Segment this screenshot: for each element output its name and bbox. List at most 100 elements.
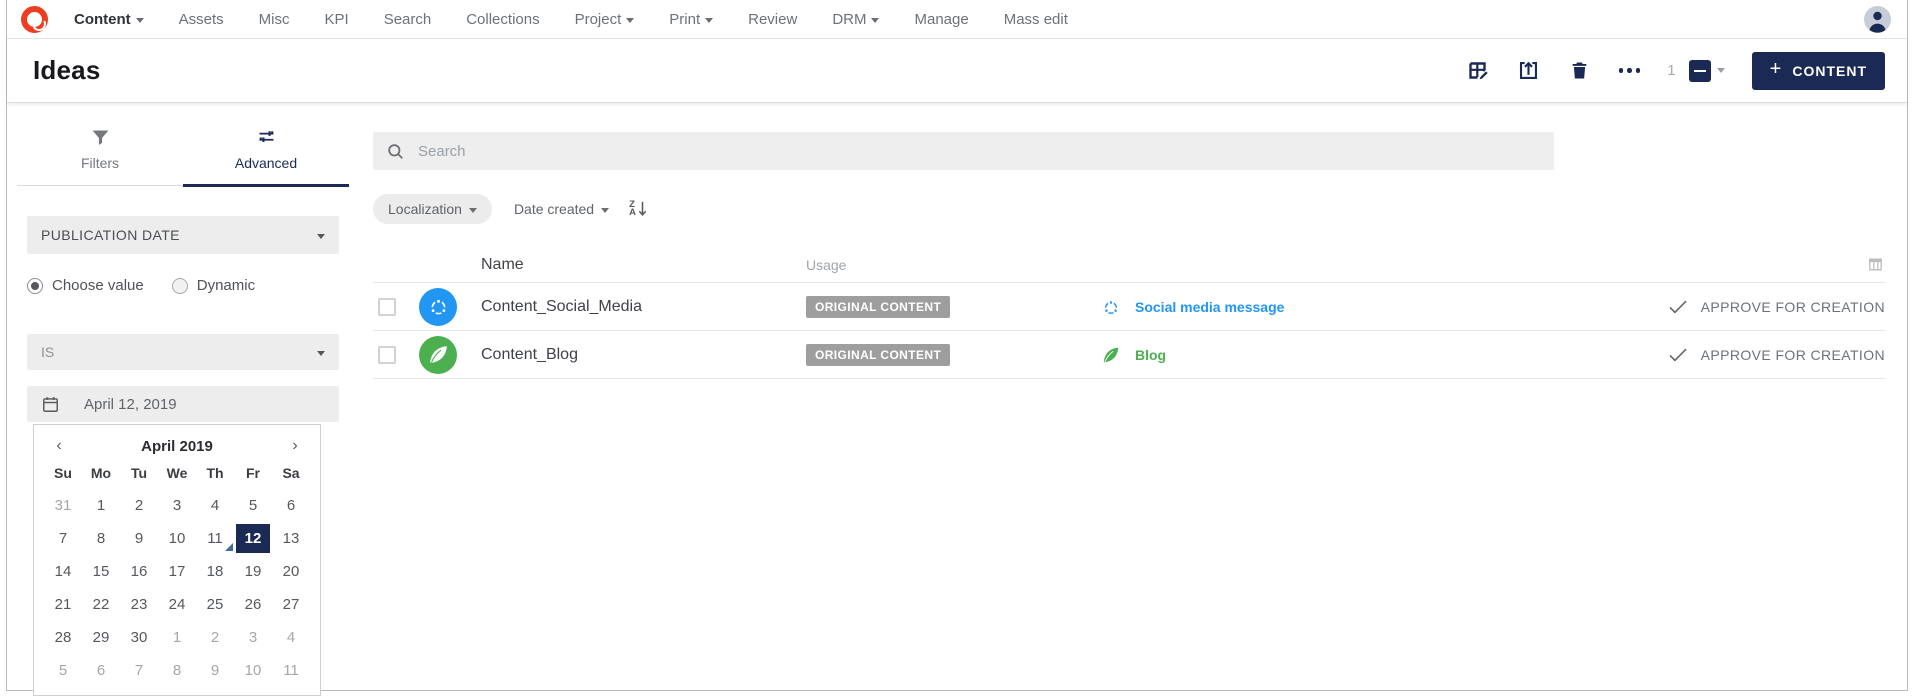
check-icon	[1668, 299, 1688, 315]
column-name[interactable]: Name	[481, 256, 806, 274]
radio-dynamic[interactable]: Dynamic	[171, 277, 255, 294]
calendar-day-cell[interactable]: 11	[196, 522, 234, 555]
radio-choose-value[interactable]: Choose value	[27, 277, 144, 294]
nav-item-collections[interactable]: Collections	[466, 11, 539, 28]
calendar-day-cell[interactable]: 27	[272, 588, 310, 621]
calendar-day-cell[interactable]: 30	[120, 621, 158, 654]
search-bar[interactable]	[373, 132, 1554, 170]
calendar-day-cell[interactable]: 7	[44, 522, 82, 555]
calendar-day-cell[interactable]: 14	[44, 555, 82, 588]
calendar-day-cell[interactable]: 15	[82, 555, 120, 588]
nav-item-content[interactable]: Content	[74, 11, 144, 28]
calendar-day-cell[interactable]: 16	[120, 555, 158, 588]
calendar-day-cell[interactable]: 25	[196, 588, 234, 621]
tab-advanced[interactable]: Advanced	[183, 114, 349, 187]
next-month-icon[interactable]: ›	[280, 437, 310, 455]
row-action[interactable]: APPROVE FOR CREATION	[1619, 299, 1885, 315]
calendar-day-cell[interactable]: 9	[120, 522, 158, 555]
calendar-day-cell[interactable]: 1	[158, 621, 196, 654]
operator-dropdown[interactable]: IS	[27, 334, 339, 370]
calendar-day-cell[interactable]: 19	[234, 555, 272, 588]
brand-logo-icon[interactable]	[21, 5, 48, 33]
nav-item-kpi[interactable]: KPI	[325, 11, 349, 28]
calendar-day-number: 4	[286, 629, 296, 646]
radio-unselected-icon[interactable]	[171, 277, 188, 294]
caret-down-icon	[135, 17, 144, 23]
row-checkbox[interactable]	[378, 345, 396, 364]
calendar-day-cell[interactable]: 17	[158, 555, 196, 588]
row-name[interactable]: Content_Social_Media	[481, 298, 806, 316]
calendar-day-cell[interactable]: 9	[196, 654, 234, 687]
calendar-day-cell[interactable]: 31	[44, 489, 82, 522]
prev-month-icon[interactable]: ‹	[44, 437, 74, 455]
calendar-day-cell[interactable]: 4	[272, 621, 310, 654]
calendar-day-cell-selected[interactable]: 12	[234, 522, 272, 555]
row-name[interactable]: Content_Blog	[481, 346, 806, 364]
localization-chip[interactable]: Localization	[373, 194, 492, 224]
chevron-down-icon[interactable]	[1716, 68, 1725, 73]
calendar-day-cell[interactable]: 5	[234, 489, 272, 522]
nav-item-search[interactable]: Search	[384, 11, 432, 28]
content-type-share-icon	[419, 287, 457, 326]
column-usage[interactable]: Usage	[806, 257, 1101, 273]
date-input[interactable]: April 12, 2019	[27, 386, 339, 422]
mass-edit-icon[interactable]	[1466, 59, 1490, 83]
calendar-day-number: 19	[244, 563, 262, 580]
calendar-day-cell[interactable]: 29	[82, 621, 120, 654]
tab-filters[interactable]: Filters	[17, 114, 183, 185]
nav-item-review[interactable]: Review	[748, 11, 797, 28]
publication-date-dropdown[interactable]: PUBLICATION DATE	[27, 216, 339, 254]
search-input[interactable]	[418, 142, 1541, 160]
calendar-day-cell[interactable]: 11	[272, 654, 310, 687]
calendar-day-cell[interactable]: 6	[272, 489, 310, 522]
nav-item-assets[interactable]: Assets	[179, 11, 224, 28]
nav-item-drm[interactable]: DRM	[832, 11, 880, 28]
selection-toggle[interactable]	[1688, 59, 1725, 82]
delete-icon[interactable]	[1568, 59, 1592, 83]
column-settings-icon[interactable]	[1866, 255, 1885, 274]
calendar-day-cell[interactable]: 2	[196, 621, 234, 654]
calendar-month-label: April 2019	[141, 437, 213, 455]
nav-item-manage[interactable]: Manage	[914, 11, 968, 28]
calendar-day-cell[interactable]: 24	[158, 588, 196, 621]
radio-selected-icon[interactable]	[27, 277, 43, 294]
add-content-button[interactable]: + CONTENT	[1751, 51, 1885, 90]
toolbar: 1 + CONTENT	[1466, 51, 1885, 90]
row-action[interactable]: APPROVE FOR CREATION	[1619, 347, 1885, 363]
calendar-day-cell[interactable]: 23	[120, 588, 158, 621]
calendar-day-cell[interactable]: 20	[272, 555, 310, 588]
more-options-icon[interactable]	[1618, 68, 1641, 73]
calendar-day-cell[interactable]: 8	[82, 522, 120, 555]
table-row[interactable]: Content_Blog ORIGINAL CONTENT Blog APPROVE …	[373, 331, 1885, 379]
calendar-day-cell[interactable]: 1	[82, 489, 120, 522]
calendar-day-cell[interactable]: 8	[158, 654, 196, 687]
usage-link[interactable]: Social media message	[1135, 299, 1284, 315]
calendar-day-cell[interactable]: 3	[158, 489, 196, 522]
calendar-day-cell[interactable]: 10	[158, 522, 196, 555]
calendar-day-cell[interactable]: 7	[120, 654, 158, 687]
calendar-day-cell[interactable]: 10	[234, 654, 272, 687]
usage-link[interactable]: Blog	[1135, 347, 1166, 363]
table-row[interactable]: Content_Social_Media ORIGINAL CONTENT Soci…	[373, 283, 1885, 331]
calendar-day-cell[interactable]: 18	[196, 555, 234, 588]
nav-item-print[interactable]: Print	[669, 11, 714, 28]
export-icon[interactable]	[1517, 59, 1541, 83]
calendar-day-cell[interactable]: 3	[234, 621, 272, 654]
nav-item-project[interactable]: Project	[575, 11, 635, 28]
nav-item-misc[interactable]: Misc	[259, 11, 290, 28]
calendar-day-cell[interactable]: 6	[82, 654, 120, 687]
calendar-day-cell[interactable]: 4	[196, 489, 234, 522]
calendar-day-cell[interactable]: 28	[44, 621, 82, 654]
row-checkbox[interactable]	[378, 297, 396, 316]
date-created-sort[interactable]: Date created	[514, 201, 610, 217]
sort-order-icon[interactable]: ZA	[629, 200, 648, 218]
user-avatar[interactable]	[1864, 5, 1891, 33]
calendar-day-cell[interactable]: 21	[44, 588, 82, 621]
calendar-day-cell[interactable]: 26	[234, 588, 272, 621]
calendar-day-cell[interactable]: 5	[44, 654, 82, 687]
select-all-indeterminate-icon[interactable]	[1688, 59, 1711, 82]
calendar-day-cell[interactable]: 2	[120, 489, 158, 522]
calendar-day-cell[interactable]: 13	[272, 522, 310, 555]
nav-item-mass-edit[interactable]: Mass edit	[1004, 11, 1068, 28]
calendar-day-cell[interactable]: 22	[82, 588, 120, 621]
